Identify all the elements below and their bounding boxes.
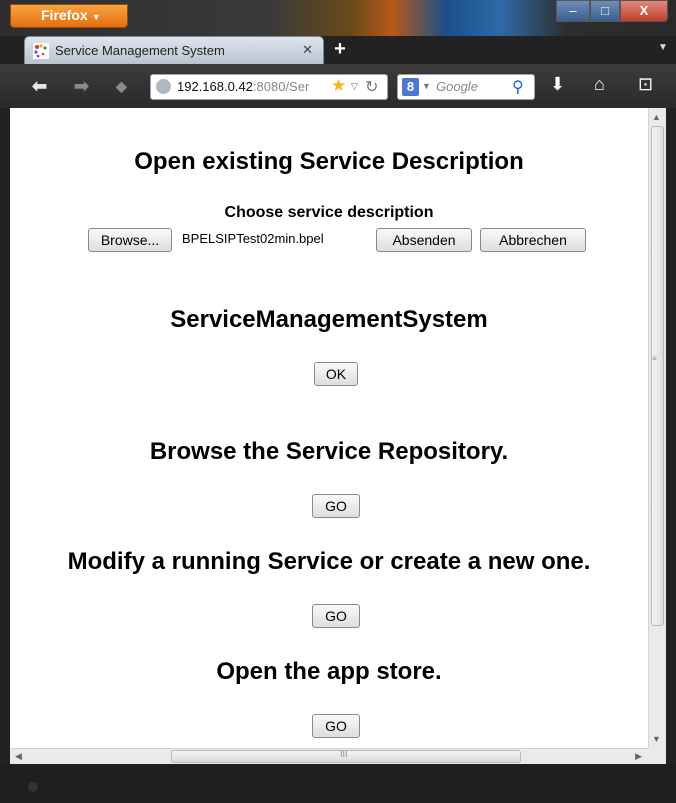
horizontal-scrollbar[interactable]: ◀ III ▶ xyxy=(10,748,648,764)
firefox-menu-button[interactable]: Firefox ▼ xyxy=(10,4,128,28)
firefox-menu-label: Firefox xyxy=(41,7,88,23)
url-path: :8080/Ser xyxy=(252,79,310,94)
chevron-down-icon: ▼ xyxy=(91,12,101,22)
selected-file-name: BPELSIPTest02min.bpel xyxy=(182,231,324,246)
search-placeholder: Google xyxy=(436,79,478,94)
modify-service-go-button[interactable]: GO xyxy=(312,604,360,628)
navigation-toolbar: ⬅ ➡ ◆ 192.168.0.42:8080/Ser ★ ▽ ↻ 8 ▼ Go… xyxy=(0,64,676,108)
addon-bar-icon[interactable]: ⊡ xyxy=(638,74,653,95)
tab-list-icon[interactable]: ▼ xyxy=(658,42,668,53)
forward-icon[interactable]: ➡ xyxy=(74,76,89,97)
star-icon[interactable]: ★ xyxy=(331,76,346,96)
close-button[interactable]: X xyxy=(620,0,668,22)
scroll-right-icon[interactable]: ▶ xyxy=(635,751,642,762)
section-title-management: ServiceManagementSystem xyxy=(170,306,488,333)
search-engine-dropdown-icon[interactable]: ▼ xyxy=(422,81,431,91)
tab-title: Service Management System xyxy=(55,43,225,58)
minimize-button[interactable]: – xyxy=(556,0,590,22)
ok-button[interactable]: OK xyxy=(314,362,358,386)
globe-icon xyxy=(156,79,171,94)
section-title-modify-service: Modify a running Service or create a new… xyxy=(67,548,591,575)
minimize-icon: – xyxy=(569,3,577,18)
new-tab-button[interactable]: + xyxy=(328,38,352,62)
page-viewport: Open existing Service Description Choose… xyxy=(10,108,666,764)
search-bar[interactable]: 8 ▼ Google ⚲ xyxy=(397,74,535,100)
status-icon xyxy=(28,782,38,792)
google-search-icon[interactable]: 8 xyxy=(402,78,419,96)
maximize-button[interactable]: □ xyxy=(590,0,620,22)
tab-service-management[interactable]: Service Management System ✕ xyxy=(24,36,324,64)
search-icon[interactable]: ⚲ xyxy=(512,77,524,97)
page-content: Open existing Service Description Choose… xyxy=(10,108,648,748)
url-dropdown-icon[interactable]: ▽ xyxy=(351,81,358,92)
reload-icon[interactable]: ↻ xyxy=(365,77,378,97)
submit-button[interactable]: Absenden xyxy=(376,228,472,252)
identity-icon[interactable]: ◆ xyxy=(116,78,127,95)
scroll-left-icon[interactable]: ◀ xyxy=(15,751,22,762)
scroll-up-icon[interactable]: ▲ xyxy=(652,112,661,122)
scrollbar-corner xyxy=(648,748,666,764)
title-bar: Firefox ▼ – □ X xyxy=(0,0,676,36)
choose-description-label: Choose service description xyxy=(224,204,434,221)
favicon-icon xyxy=(33,43,49,59)
url-text: 192.168.0.42:8080/Ser xyxy=(177,79,325,94)
url-host: 192.168.0.42 xyxy=(177,79,253,94)
back-icon[interactable]: ⬅ xyxy=(32,76,47,97)
section-title-repository: Browse the Service Repository. xyxy=(149,438,509,465)
tab-close-icon[interactable]: ✕ xyxy=(302,42,313,58)
horizontal-grip-label: III xyxy=(340,749,348,759)
maximize-icon: □ xyxy=(601,3,609,18)
browser-window: Firefox ▼ – □ X Service Management System… xyxy=(0,0,676,803)
browse-repository-go-button[interactable]: GO xyxy=(312,494,360,518)
status-bar xyxy=(0,764,676,803)
vertical-grip-icon: ≡ xyxy=(652,354,657,363)
browse-button[interactable]: Browse... xyxy=(88,228,172,252)
url-bar[interactable]: 192.168.0.42:8080/Ser ★ ▽ ↻ xyxy=(150,74,388,100)
section-title-app-store: Open the app store. xyxy=(216,658,442,685)
download-icon[interactable]: ⬇ xyxy=(550,74,565,95)
scroll-down-icon[interactable]: ▼ xyxy=(652,734,661,744)
cancel-button[interactable]: Abbrechen xyxy=(480,228,586,252)
section-title-open-description: Open existing Service Description xyxy=(134,148,524,175)
vertical-scroll-thumb[interactable] xyxy=(651,126,664,626)
home-icon[interactable]: ⌂ xyxy=(594,74,605,95)
close-icon: X xyxy=(639,3,649,18)
app-store-go-button[interactable]: GO xyxy=(312,714,360,738)
vertical-scrollbar[interactable]: ▲ ≡ ▼ xyxy=(648,108,666,748)
tab-strip: Service Management System ✕ + ▼ xyxy=(0,36,676,64)
